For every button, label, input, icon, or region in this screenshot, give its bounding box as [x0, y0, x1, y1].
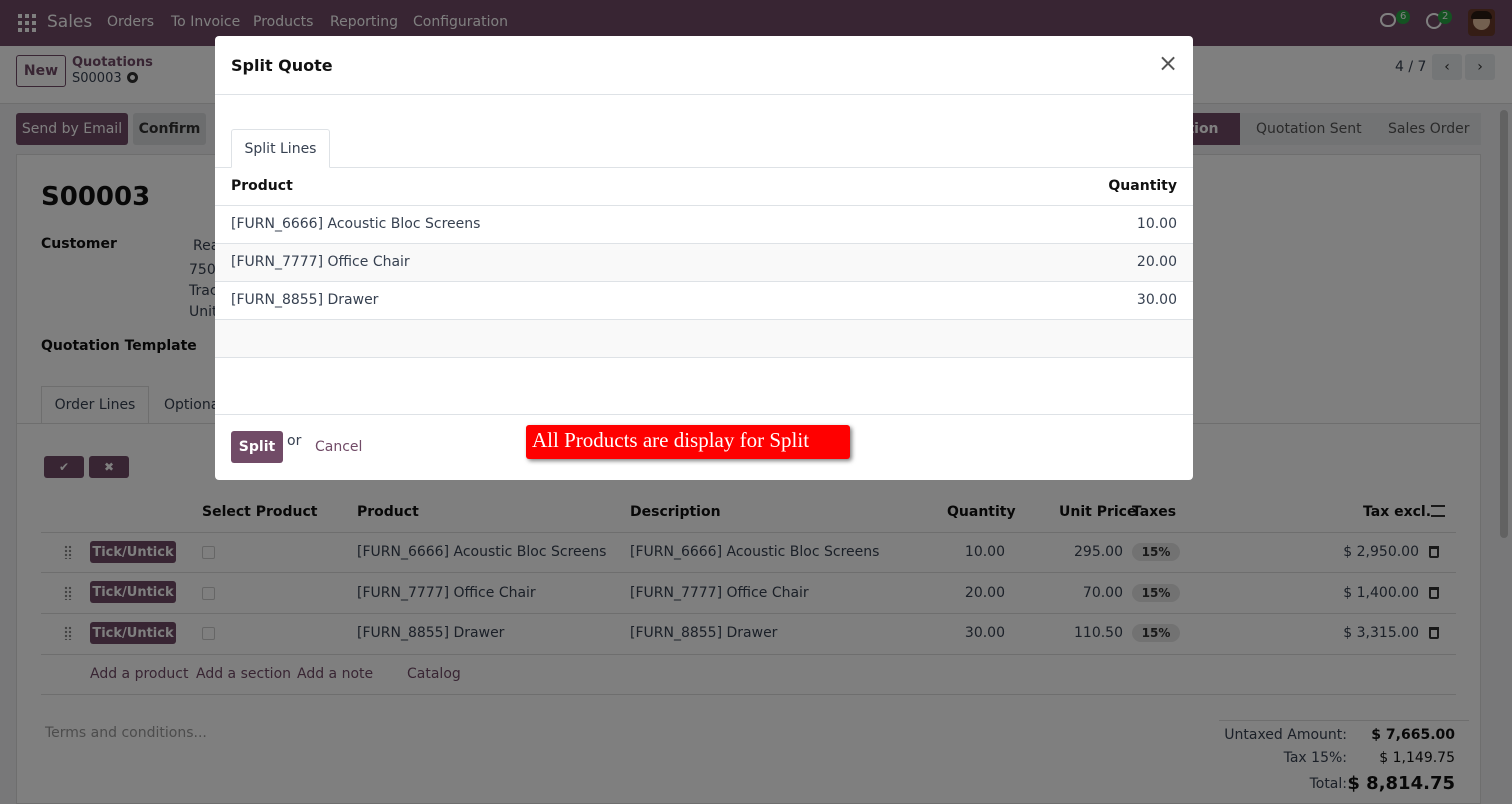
split-quote-dialog: Split Quote × Split Lines Product Quanti… — [215, 36, 1193, 480]
table-row[interactable]: [FURN_6666] Acoustic Bloc Screens 10.00 — [215, 206, 1193, 244]
tab-divider — [215, 167, 1193, 168]
split-line-product: [FURN_7777] Office Chair — [231, 254, 410, 270]
table-row[interactable]: [FURN_7777] Office Chair 20.00 — [215, 244, 1193, 282]
dialog-header-divider — [215, 94, 1193, 95]
annotation-callout: All Products are display for Split — [526, 425, 850, 459]
split-button[interactable]: Split — [231, 431, 283, 463]
col-product: Product — [231, 178, 293, 194]
split-line-quantity[interactable]: 30.00 — [1137, 292, 1177, 308]
table-row[interactable]: [FURN_8855] Drawer 30.00 — [215, 282, 1193, 320]
split-line-product: [FURN_6666] Acoustic Bloc Screens — [231, 216, 481, 232]
tab-split-lines[interactable]: Split Lines — [231, 129, 330, 168]
cancel-button[interactable]: Cancel — [315, 439, 362, 455]
empty-row — [215, 320, 1193, 358]
split-line-product: [FURN_8855] Drawer — [231, 292, 379, 308]
col-quantity: Quantity — [1108, 178, 1177, 194]
close-icon[interactable]: × — [1156, 51, 1180, 76]
split-line-quantity[interactable]: 10.00 — [1137, 216, 1177, 232]
dialog-footer-divider — [215, 414, 1193, 415]
dialog-title: Split Quote — [231, 56, 333, 75]
or-text: or — [287, 433, 302, 449]
split-line-quantity[interactable]: 20.00 — [1137, 254, 1177, 270]
